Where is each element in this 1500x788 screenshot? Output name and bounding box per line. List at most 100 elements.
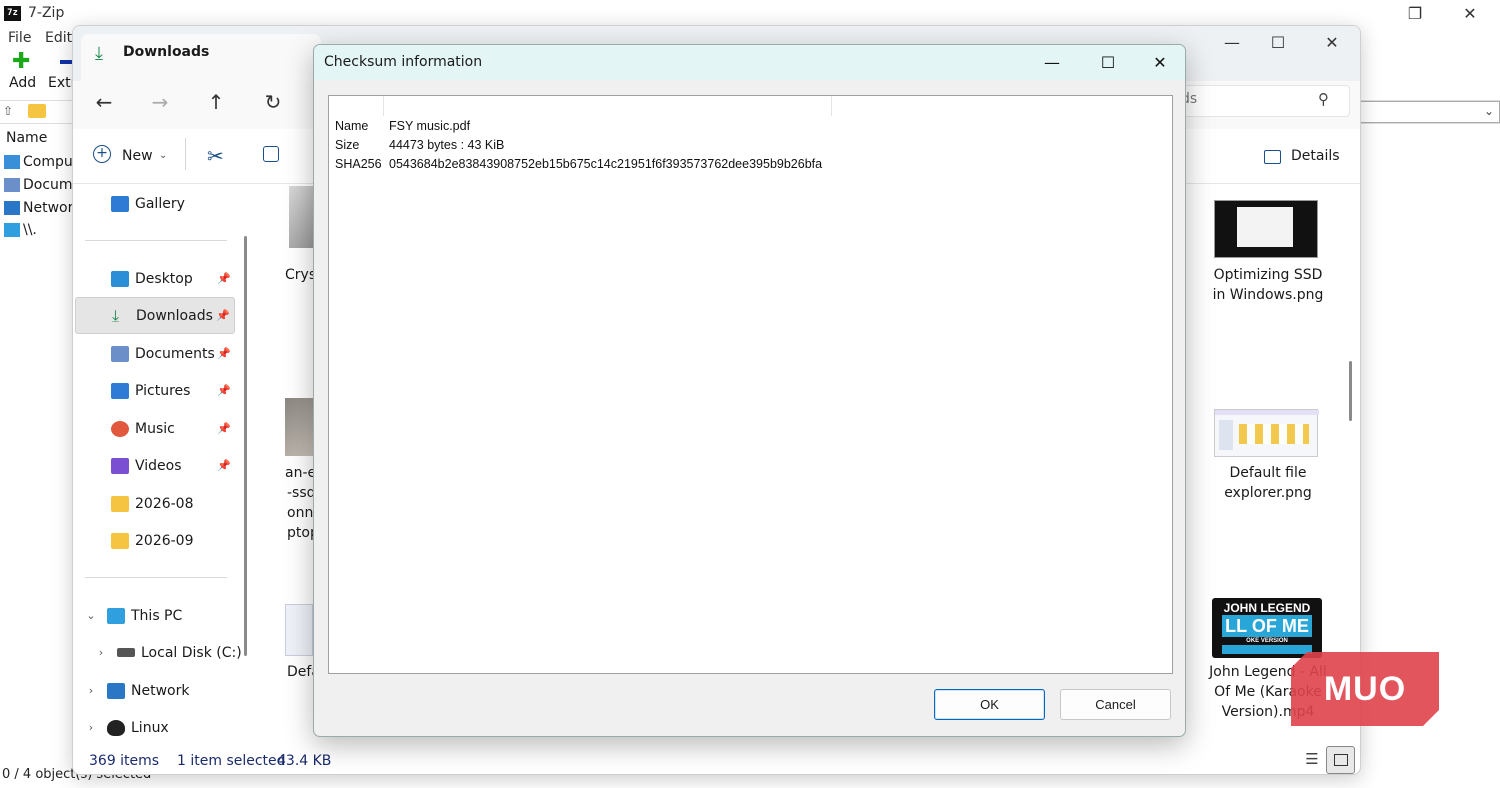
folder-icon	[111, 495, 129, 512]
sidebar-item-downloads[interactable]: ⤓ Downloads 📌	[75, 297, 235, 334]
row-key: Name	[335, 119, 369, 133]
pin-icon[interactable]: 📌	[217, 459, 231, 472]
file-name[interactable]: Optimizing SSD in Windows.png	[1208, 265, 1328, 305]
nav-pane-scrollbar[interactable]	[244, 236, 247, 656]
muo-watermark-logo: MUO	[1291, 652, 1439, 726]
7zip-column-name[interactable]: Name	[0, 130, 47, 146]
sidebar-item-folder-2026-08[interactable]: 2026-08	[73, 485, 235, 522]
file-thumbnail[interactable]	[1214, 409, 1319, 457]
back-arrow-icon[interactable]: ←	[88, 88, 120, 116]
file-name[interactable]: Default file explorer.png	[1208, 463, 1328, 503]
sidebar-item-label: Local Disk (C:)	[141, 644, 242, 661]
7zip-restore-icon[interactable]: ❐	[1393, 2, 1437, 26]
desktop-icon	[111, 270, 129, 287]
sidebar-item-desktop[interactable]: Desktop 📌	[73, 260, 235, 297]
sidebar-item-this-pc[interactable]: ⌄ This PC	[83, 597, 245, 634]
selection-count: 1 item selected	[177, 753, 286, 769]
toolbar-divider	[185, 138, 186, 170]
pin-icon[interactable]: 📌	[217, 272, 231, 285]
chevron-right-icon[interactable]: ›	[93, 646, 109, 659]
maximize-icon[interactable]: ☐	[1080, 47, 1136, 79]
new-button[interactable]: New	[122, 148, 153, 164]
sidebar-item-label: Downloads	[136, 307, 213, 324]
7zip-close-icon[interactable]: ✕	[1448, 2, 1492, 26]
list-item-label: Docum	[23, 177, 73, 193]
network-icon	[107, 682, 125, 699]
list-item[interactable]: Compu	[4, 154, 73, 170]
file-thumbnail[interactable]	[285, 604, 313, 656]
tiles-view-icon	[1334, 754, 1348, 766]
monitor-icon	[4, 223, 20, 237]
column-divider	[383, 96, 384, 116]
copy-icon[interactable]	[263, 146, 279, 162]
sidebar-item-local-disk[interactable]: › Local Disk (C:)	[93, 634, 255, 671]
chevron-down-icon[interactable]: ⌄	[83, 609, 99, 622]
up-folder-icon[interactable]: ⇧	[3, 104, 13, 118]
details-button[interactable]: Details	[1291, 148, 1340, 164]
forward-arrow-icon[interactable]: →	[144, 88, 176, 116]
cancel-button[interactable]: Cancel	[1060, 689, 1171, 720]
search-icon[interactable]: ⚲	[1318, 90, 1329, 108]
row-value: 44473 bytes : 43 KiB	[389, 138, 505, 152]
7zip-menu-edit[interactable]: Edit	[45, 30, 72, 46]
new-plus-icon[interactable]: +	[93, 145, 111, 163]
sidebar-item-label: Documents	[135, 345, 215, 362]
7zip-path-combo[interactable]	[1360, 101, 1500, 123]
chevron-down-icon[interactable]: ⌄	[1484, 104, 1494, 118]
folder-icon	[111, 532, 129, 549]
file-thumbnail[interactable]	[285, 398, 313, 456]
minimize-icon[interactable]: —	[1024, 47, 1080, 79]
sidebar-item-pictures[interactable]: Pictures 📌	[73, 372, 235, 409]
checksum-row-size[interactable]: Size 44473 bytes : 43 KiB	[335, 138, 504, 152]
checksum-row-name[interactable]: Name FSY music.pdf	[335, 119, 470, 133]
documents-icon	[4, 178, 20, 192]
explorer-minimize-icon[interactable]: —	[1209, 30, 1255, 56]
content-scrollbar[interactable]	[1349, 361, 1352, 421]
file-thumbnail[interactable]	[1214, 200, 1318, 258]
refresh-icon[interactable]: ↻	[257, 88, 289, 116]
pin-icon[interactable]: 📌	[216, 309, 230, 322]
video-thumbnail[interactable]: JOHN LEGEND LL OF ME OKE VERSION	[1212, 598, 1322, 658]
checksum-row-sha256[interactable]: SHA256 0543684b2e83843908752eb15b675c14c…	[335, 157, 822, 171]
list-item[interactable]: Networ	[4, 200, 73, 216]
details-view-icon[interactable]: ☰	[1301, 750, 1323, 770]
close-icon[interactable]: ✕	[1132, 47, 1185, 79]
chevron-down-icon[interactable]: ⌄	[159, 150, 167, 161]
chevron-right-icon[interactable]: ›	[83, 684, 99, 697]
pin-icon[interactable]: 📌	[217, 347, 231, 360]
extract-minus-icon[interactable]	[60, 60, 72, 64]
cut-icon[interactable]: ✂	[207, 144, 224, 168]
checksum-list[interactable]: Name FSY music.pdf Size 44473 bytes : 43…	[328, 95, 1173, 674]
sidebar-item-label: 2026-09	[135, 532, 194, 549]
chevron-right-icon[interactable]: ›	[83, 721, 99, 734]
7zip-menu-file[interactable]: File	[8, 30, 31, 46]
list-item[interactable]: \\.	[4, 222, 37, 238]
add-plus-icon[interactable]: ✚	[12, 51, 32, 73]
sidebar-item-label: Network	[131, 682, 190, 699]
explorer-close-icon[interactable]: ✕	[1309, 30, 1355, 56]
sidebar-item-videos[interactable]: Videos 📌	[73, 447, 235, 484]
sidebar-item-label: Music	[135, 420, 175, 437]
sidebar-item-music[interactable]: Music 📌	[73, 410, 235, 447]
sidebar-item-folder-2026-09[interactable]: 2026-09	[73, 522, 235, 559]
list-item-label: Compu	[23, 154, 73, 170]
explorer-maximize-icon[interactable]: ☐	[1255, 30, 1301, 56]
sidebar-item-label: Desktop	[135, 270, 193, 287]
pin-icon[interactable]: 📌	[217, 422, 231, 435]
file-thumbnail[interactable]	[289, 186, 313, 248]
list-item-label: Networ	[23, 200, 74, 216]
7zip-add-button[interactable]: Add	[9, 75, 36, 91]
thumb-text: OKE VERSION	[1222, 637, 1312, 645]
sidebar-item-network[interactable]: › Network	[83, 672, 245, 709]
up-arrow-icon[interactable]: ↑	[200, 88, 232, 116]
file-name-line[interactable]: -ssd	[287, 483, 316, 503]
ok-button[interactable]: OK	[934, 689, 1045, 720]
list-item[interactable]: Docum	[4, 177, 73, 193]
drive-icon	[117, 648, 135, 657]
computer-icon	[4, 155, 20, 169]
pin-icon[interactable]: 📌	[217, 384, 231, 397]
sidebar-item-linux[interactable]: › Linux	[83, 709, 245, 746]
sidebar-item-documents[interactable]: Documents 📌	[73, 335, 235, 372]
details-pane-icon[interactable]	[1264, 150, 1281, 164]
sidebar-item-gallery[interactable]: Gallery	[111, 185, 241, 222]
